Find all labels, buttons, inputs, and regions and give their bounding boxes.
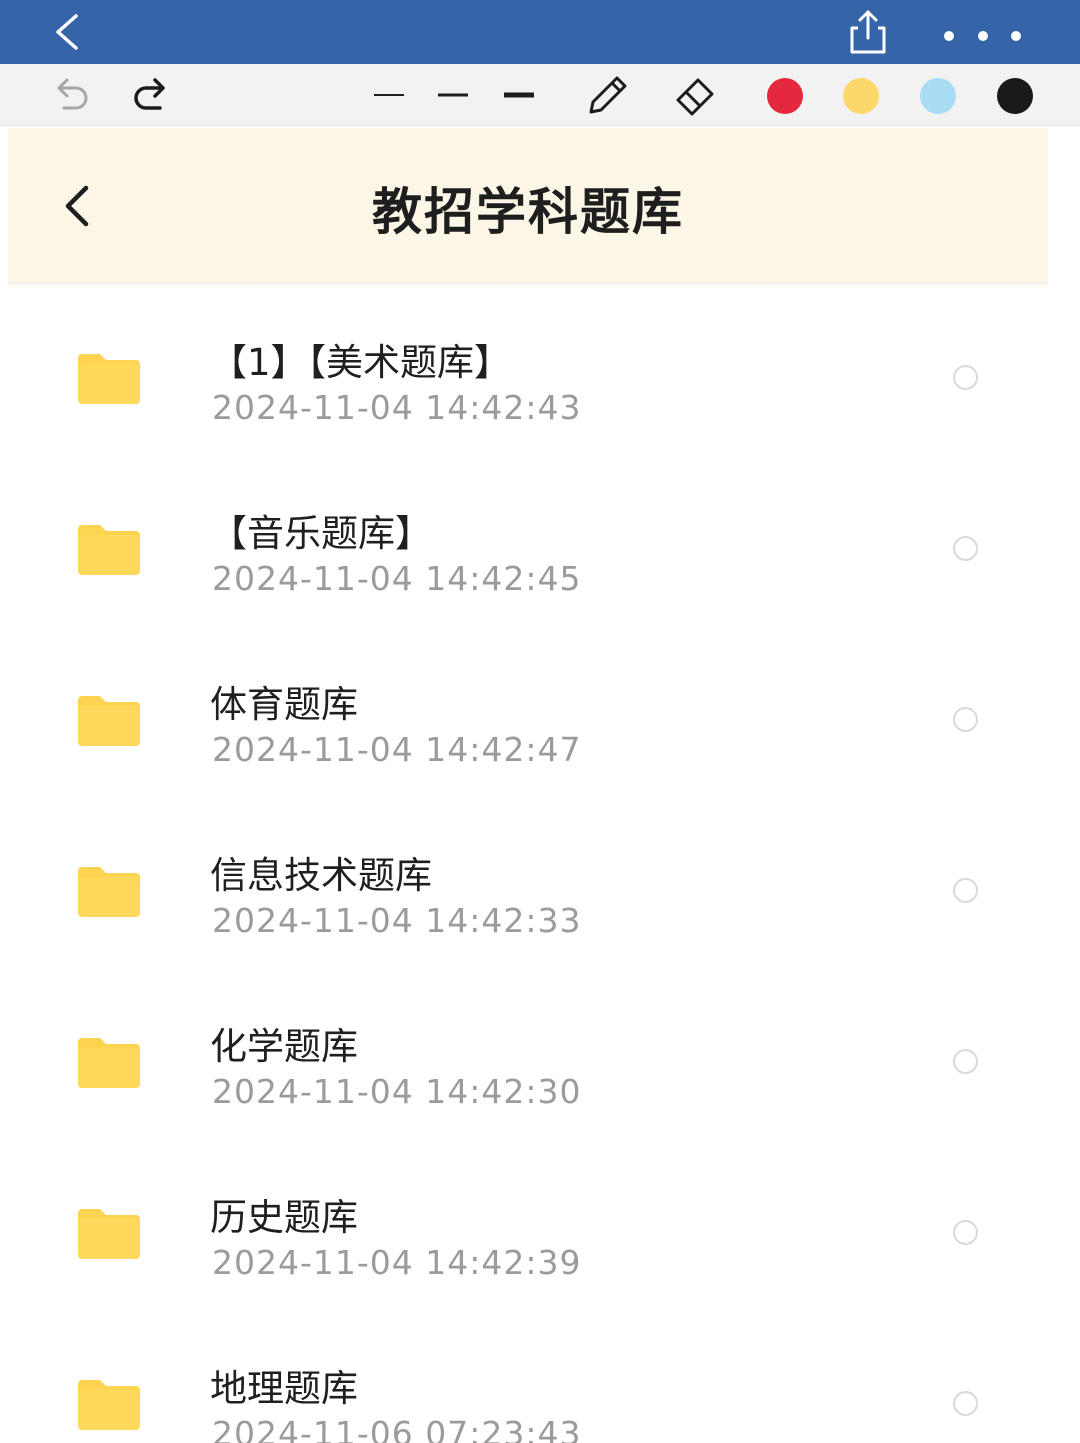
medium-line-icon[interactable] <box>436 74 470 116</box>
file-date: 2024-11-04 14:42:45 <box>212 559 582 598</box>
select-radio[interactable] <box>953 536 978 561</box>
color-swatch-yellow[interactable] <box>843 78 879 114</box>
folder-icon <box>78 1038 140 1088</box>
color-swatch-light-blue[interactable] <box>920 78 956 114</box>
thin-line-icon[interactable] <box>372 74 406 116</box>
select-radio[interactable] <box>953 1220 978 1245</box>
folder-icon <box>78 1380 140 1430</box>
file-date: 2024-11-04 14:42:30 <box>212 1072 582 1111</box>
file-name: 历史题库 <box>210 1196 358 1239</box>
header-divider <box>8 282 1048 288</box>
top-app-bar <box>0 0 1080 64</box>
file-date: 2024-11-04 14:42:47 <box>212 730 582 769</box>
thick-line-icon[interactable] <box>502 74 536 116</box>
folder-icon <box>78 1209 140 1259</box>
file-date: 2024-11-04 14:42:39 <box>212 1243 582 1282</box>
file-name: 【1】【美术题库】 <box>210 341 512 384</box>
select-radio[interactable] <box>953 878 978 903</box>
file-date: 2024-11-04 14:42:43 <box>212 388 582 427</box>
file-name: 【音乐题库】 <box>210 512 432 555</box>
annotation-toolbar <box>0 64 1080 126</box>
pencil-icon[interactable] <box>585 74 629 116</box>
list-item[interactable]: 【音乐题库】 2024-11-04 14:42:45 <box>0 463 1080 634</box>
share-icon[interactable] <box>844 8 892 56</box>
file-name: 化学题库 <box>210 1025 358 1068</box>
file-date: 2024-11-06 07:23:43 <box>212 1414 582 1443</box>
color-swatch-red[interactable] <box>767 78 803 114</box>
file-name: 信息技术题库 <box>210 854 432 897</box>
select-radio[interactable] <box>953 365 978 390</box>
folder-icon <box>78 354 140 404</box>
list-item[interactable]: 地理题库 2024-11-06 07:23:43 <box>0 1318 1080 1443</box>
folder-icon <box>78 867 140 917</box>
file-date: 2024-11-04 14:42:33 <box>212 901 582 940</box>
list-item[interactable]: 体育题库 2024-11-04 14:42:47 <box>0 634 1080 805</box>
file-name: 体育题库 <box>210 683 358 726</box>
list-item[interactable]: 化学题库 2024-11-04 14:42:30 <box>0 976 1080 1147</box>
list-item[interactable]: 信息技术题库 2024-11-04 14:42:33 <box>0 805 1080 976</box>
undo-icon[interactable] <box>50 74 92 116</box>
redo-icon[interactable] <box>130 74 172 116</box>
more-horizontal-icon[interactable] <box>936 18 1036 54</box>
chevron-left-icon[interactable] <box>48 12 88 52</box>
select-radio[interactable] <box>953 707 978 732</box>
color-swatch-black[interactable] <box>997 78 1033 114</box>
folder-icon <box>78 525 140 575</box>
page-header: 教招学科题库 <box>8 128 1048 282</box>
eraser-icon[interactable] <box>672 74 718 116</box>
page-title: 教招学科题库 <box>372 183 684 241</box>
select-radio[interactable] <box>953 1391 978 1416</box>
file-name: 地理题库 <box>210 1367 358 1410</box>
list-item[interactable]: 【1】【美术题库】 2024-11-04 14:42:43 <box>0 292 1080 463</box>
list-item[interactable]: 历史题库 2024-11-04 14:42:39 <box>0 1147 1080 1318</box>
select-radio[interactable] <box>953 1049 978 1074</box>
folder-icon <box>78 696 140 746</box>
